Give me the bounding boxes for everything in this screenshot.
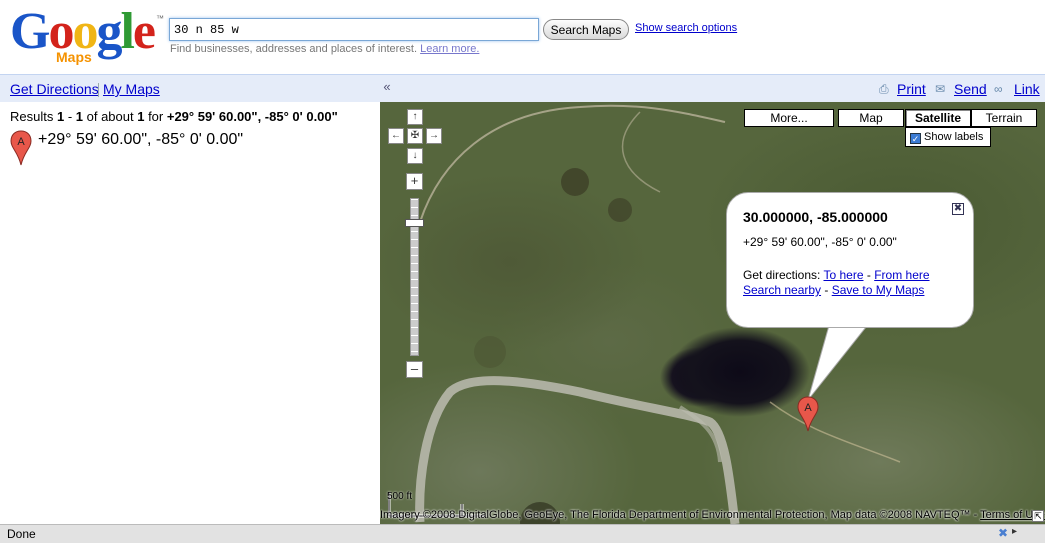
to-here-link[interactable]: To here (823, 268, 863, 282)
arrow-right-icon[interactable]: ▸ (1012, 526, 1017, 537)
pan-left-button[interactable]: ← (388, 128, 404, 144)
get-directions-row: Get directions: To here - From here (743, 268, 930, 282)
bubble-tail (807, 322, 876, 401)
results-panel: Results 1 - 1 of about 1 for +29° 59' 60… (0, 102, 380, 524)
map-view[interactable]: More... Map Satellite Terrain ✓ Show labe… (380, 102, 1045, 524)
search-hint: Find businesses, addresses and places of… (170, 43, 479, 55)
results-end: 1 (75, 109, 83, 124)
status-text: Done (7, 527, 36, 541)
my-maps-link[interactable]: My Maps (103, 81, 160, 97)
result-marker-icon[interactable]: A (10, 130, 32, 166)
map-marker-icon[interactable]: A (797, 396, 819, 432)
results-query: +29° 59' 60.00", -85° 0' 0.00" (166, 109, 338, 124)
pan-down-button[interactable]: ↓ (407, 148, 423, 164)
link-link[interactable]: Link (1014, 81, 1040, 97)
search-hint-text: Find businesses, addresses and places of… (170, 43, 418, 55)
map-toolbar: « ⎙ Print ✉ Send ∞ Link (380, 74, 1045, 102)
pan-right-button[interactable]: → (426, 128, 442, 144)
results-prefix: Results (10, 109, 57, 124)
copyright-text: Imagery ©2008 DigitalGlobe, GeoEye, The … (380, 509, 981, 521)
results-for: for (144, 109, 167, 124)
pan-center-button[interactable]: ✠ (407, 128, 423, 144)
printer-icon[interactable]: ⎙ (879, 82, 889, 97)
map-copyright: Imagery ©2008 DigitalGlobe, GeoEye, The … (380, 509, 1045, 521)
more-layers-button[interactable]: More... (744, 109, 834, 127)
map-marker-letter: A (804, 402, 812, 414)
map-scale-label: 500 ft (387, 491, 413, 502)
send-link[interactable]: Send (954, 81, 987, 97)
link-separator: - (863, 268, 875, 282)
save-to-my-maps-link[interactable]: Save to My Maps (832, 283, 925, 297)
checkmark-icon: ✓ (910, 133, 921, 144)
zoom-out-button[interactable]: – (406, 361, 423, 378)
get-directions-link[interactable]: Get Directions (10, 81, 99, 97)
overview-map-toggle-icon[interactable]: ⇱ (1032, 510, 1044, 522)
info-window-title: 30.000000, -85.000000 (743, 209, 888, 225)
from-here-link[interactable]: From here (874, 268, 929, 282)
learn-more-link[interactable]: Learn more. (420, 43, 479, 55)
search-nearby-link[interactable]: Search nearby (743, 283, 821, 297)
left-toolbar: Get Directions My Maps (0, 74, 380, 102)
map-type-terrain-button[interactable]: Terrain (971, 109, 1037, 127)
show-labels-checkbox[interactable]: ✓ Show labels (905, 127, 991, 147)
get-directions-label: Get directions: (743, 268, 824, 282)
link-separator: - (821, 283, 832, 297)
zoom-in-button[interactable]: + (406, 173, 423, 190)
close-icon[interactable]: ✖ (952, 203, 964, 215)
print-link[interactable]: Print (897, 81, 926, 97)
map-type-map-button[interactable]: Map (838, 109, 904, 127)
result-item-title[interactable]: +29° 59' 60.00", -85° 0' 0.00" (38, 131, 243, 149)
envelope-icon[interactable]: ✉ (935, 82, 945, 96)
search-input[interactable] (169, 18, 539, 41)
google-maps-logo[interactable]: Google ™ Maps (10, 6, 164, 66)
info-window: ✖ 30.000000, -85.000000 +29° 59' 60.00",… (726, 192, 974, 328)
results-dash: - (64, 109, 76, 124)
logo-subtitle: Maps (56, 49, 92, 65)
logo-trademark: ™ (156, 14, 164, 23)
zoom-slider-thumb[interactable] (405, 219, 424, 227)
pan-up-button[interactable]: ↑ (407, 109, 423, 125)
toolbar-divider (98, 83, 99, 97)
search-maps-button[interactable]: Search Maps (543, 19, 629, 40)
show-labels-text: Show labels (924, 131, 984, 143)
map-type-satellite-button[interactable]: Satellite (905, 109, 971, 127)
collapse-panel-button[interactable]: « (380, 79, 394, 97)
header: Google ™ Maps Search Maps Show search op… (0, 0, 1045, 74)
browser-status-bar: Done ✖ ▸ (0, 524, 1045, 543)
results-middle: of about (83, 109, 138, 124)
results-summary: Results 1 - 1 of about 1 for +29° 59' 60… (10, 109, 338, 124)
info-window-coords: +29° 59' 60.00", -85° 0' 0.00" (743, 235, 897, 249)
show-search-options-link[interactable]: Show search options (635, 22, 737, 34)
result-marker-letter: A (17, 136, 25, 148)
stop-icon[interactable]: ✖ (998, 526, 1008, 540)
chain-link-icon[interactable]: ∞ (994, 82, 1003, 96)
bubble-actions-row: Search nearby - Save to My Maps (743, 283, 924, 297)
